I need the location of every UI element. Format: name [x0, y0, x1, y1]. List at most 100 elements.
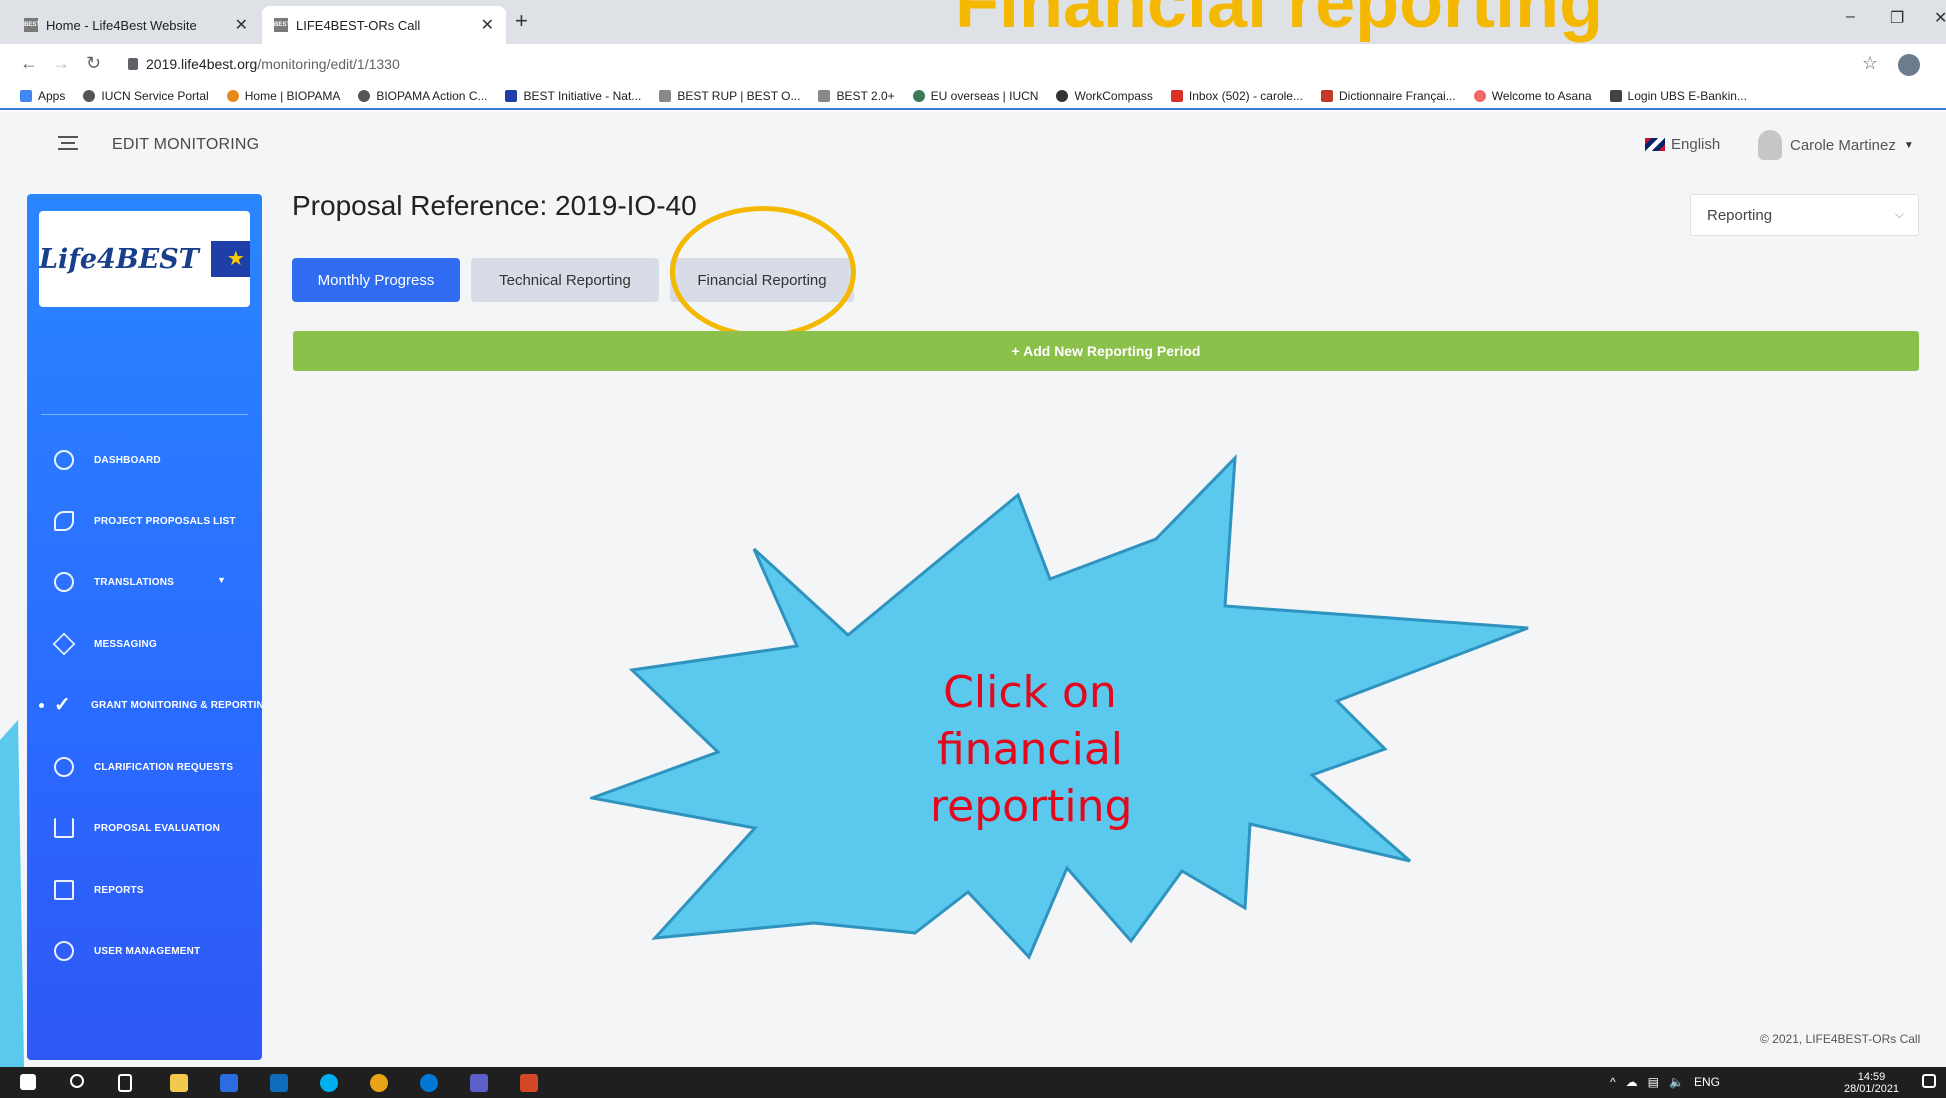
slide-edge-decoration: [0, 720, 24, 1067]
reload-icon[interactable]: ↻: [86, 53, 101, 74]
sidebar-item-clarification[interactable]: CLARIFICATION REQUESTS: [27, 747, 262, 787]
bookmark-item[interactable]: EU overseas | IUCN: [912, 89, 1038, 103]
best-icon: [659, 90, 672, 102]
user-menu[interactable]: Carole Martinez ▼: [1758, 130, 1914, 160]
browser-address-bar: ← → ↻ 2019.life4best.org/monitoring/edit…: [0, 44, 1946, 84]
sidebar-item-proposal-evaluation[interactable]: PROPOSAL EVALUATION: [27, 808, 262, 848]
app-icon[interactable]: [220, 1074, 238, 1092]
task-view-icon[interactable]: [118, 1074, 132, 1092]
bookmark-label: BEST 2.0+: [836, 89, 895, 103]
close-window-icon[interactable]: ✕: [1934, 8, 1946, 28]
best-favicon-icon: BEST: [274, 18, 290, 32]
sidebar-item-messaging[interactable]: MESSAGING: [27, 624, 262, 664]
bookmark-item[interactable]: Welcome to Asana: [1473, 89, 1592, 103]
caret-down-icon: ▼: [217, 575, 227, 585]
bookmark-label: Inbox (502) - carole...: [1188, 89, 1303, 103]
skype-icon[interactable]: [320, 1074, 338, 1092]
paperclip-icon: [54, 511, 74, 531]
bookmark-item[interactable]: Inbox (502) - carole...: [1170, 89, 1303, 103]
workcompass-icon: [1056, 90, 1069, 102]
dashboard-icon: [54, 450, 74, 470]
close-tab-icon[interactable]: ✕: [481, 15, 494, 35]
chat-icon: [54, 572, 74, 592]
logo[interactable]: Life4BEST: [39, 211, 250, 307]
bookmark-label: Welcome to Asana: [1491, 89, 1592, 103]
bar-chart-icon: [54, 818, 74, 838]
check-icon: ✓: [54, 694, 71, 716]
bookmark-item[interactable]: BEST RUP | BEST O...: [659, 89, 800, 103]
windows-start-icon[interactable]: [20, 1074, 36, 1090]
url-host: 2019.life4best.org: [146, 56, 258, 72]
network-icon[interactable]: ▤: [1648, 1075, 1659, 1089]
sidebar-item-grant-monitoring[interactable]: ✓ GRANT MONITORING & REPORTING: [27, 685, 262, 725]
bookmark-label: WorkCompass: [1074, 89, 1153, 103]
bookmark-item[interactable]: IUCN Service Portal: [83, 89, 209, 103]
new-tab-button[interactable]: +: [515, 8, 528, 34]
clock-time: 14:59: [1857, 1071, 1886, 1083]
bookmark-item[interactable]: Dictionnaire Françai...: [1320, 89, 1456, 103]
file-explorer-icon[interactable]: [170, 1074, 188, 1092]
iucn-icon: [912, 90, 925, 102]
tab-technical-reporting[interactable]: Technical Reporting: [471, 258, 659, 302]
windows-taskbar: ^ ☁ ▤ 🔈 ENG 14:59 28/01/2021: [0, 1067, 1946, 1098]
gmail-icon: [1170, 90, 1183, 102]
wr-icon: [1320, 90, 1333, 102]
globe-icon: [358, 90, 371, 102]
chevron-down-icon: ⌵: [1894, 207, 1904, 221]
sidebar-item-project-proposals[interactable]: PROJECT PROPOSALS LIST: [27, 501, 262, 541]
sidebar-item-label: DASHBOARD: [94, 454, 161, 466]
sidebar-item-label: CLARIFICATION REQUESTS: [94, 761, 234, 773]
send-icon: [52, 632, 76, 656]
restore-icon[interactable]: ❐: [1890, 8, 1904, 28]
outlook-icon[interactable]: [270, 1074, 288, 1092]
back-arrow-icon[interactable]: ←: [20, 53, 38, 74]
chevron-up-icon[interactable]: ^: [1610, 1075, 1616, 1089]
profile-avatar[interactable]: [1898, 54, 1920, 76]
minimize-icon[interactable]: –: [1846, 8, 1855, 26]
menu-icon[interactable]: [58, 136, 78, 154]
lock-icon: [128, 58, 138, 70]
sidebar-item-dashboard[interactable]: DASHBOARD: [27, 440, 262, 480]
url-field[interactable]: 2019.life4best.org/monitoring/edit/1/133…: [128, 51, 400, 77]
onedrive-icon[interactable]: ☁: [1626, 1075, 1638, 1089]
clock-date: 28/01/2021: [1844, 1083, 1900, 1095]
biopama-icon: [226, 90, 239, 102]
sidebar-item-label: PROPOSAL EVALUATION: [94, 822, 221, 834]
language-selector[interactable]: English: [1645, 136, 1720, 153]
bookmark-item[interactable]: Apps: [20, 89, 65, 103]
apps-grid-icon: [20, 90, 32, 102]
sidebar-item-reports[interactable]: REPORTS: [27, 870, 262, 910]
bookmark-item[interactable]: Home | BIOPAMA: [226, 89, 340, 103]
bookmark-item[interactable]: BEST Initiative - Nat...: [505, 89, 641, 103]
tab-monthly-progress[interactable]: Monthly Progress: [292, 258, 460, 302]
skype-business-icon[interactable]: [420, 1074, 438, 1092]
notifications-icon[interactable]: [1922, 1074, 1936, 1088]
sidebar-item-label: MESSAGING: [94, 638, 157, 650]
reporting-select[interactable]: Reporting ⌵: [1690, 194, 1919, 236]
bookmark-star-icon[interactable]: ☆: [1862, 53, 1878, 74]
forward-arrow-icon[interactable]: →: [52, 53, 70, 74]
callout-line: financial: [936, 724, 1124, 775]
bookmark-item[interactable]: Login UBS E-Bankin...: [1609, 89, 1747, 103]
sidebar-item-label: PROJECT PROPOSALS LIST: [94, 515, 236, 527]
powerpoint-icon[interactable]: [520, 1074, 538, 1092]
close-tab-icon[interactable]: ✕: [235, 15, 248, 35]
sidebar-item-user-management[interactable]: USER MANAGEMENT: [27, 931, 262, 971]
bookmark-label: BIOPAMA Action C...: [376, 89, 488, 103]
bookmark-item[interactable]: BEST 2.0+: [818, 89, 895, 103]
clock[interactable]: 14:59 28/01/2021: [1844, 1071, 1899, 1095]
browser-tab-home[interactable]: BEST Home - Life4Best Website ✕: [12, 6, 260, 44]
uk-flag-icon: [1645, 138, 1665, 151]
volume-icon[interactable]: 🔈: [1669, 1075, 1684, 1089]
add-reporting-period-button[interactable]: + Add New Reporting Period: [293, 331, 1919, 371]
bookmark-item[interactable]: WorkCompass: [1056, 89, 1153, 103]
highlight-circle: [670, 206, 856, 338]
bookmark-item[interactable]: BIOPAMA Action C...: [358, 89, 487, 103]
browser-tab-current[interactable]: BEST LIFE4BEST-ORs Call ✕: [262, 6, 506, 44]
tab-title: LIFE4BEST-ORs Call: [296, 17, 421, 33]
sidebar-item-translations[interactable]: TRANSLATIONS ▼: [27, 562, 262, 602]
chrome-icon[interactable]: [370, 1074, 388, 1092]
teams-icon[interactable]: [470, 1074, 488, 1092]
search-icon[interactable]: [70, 1074, 84, 1088]
language-indicator[interactable]: ENG: [1694, 1075, 1720, 1089]
